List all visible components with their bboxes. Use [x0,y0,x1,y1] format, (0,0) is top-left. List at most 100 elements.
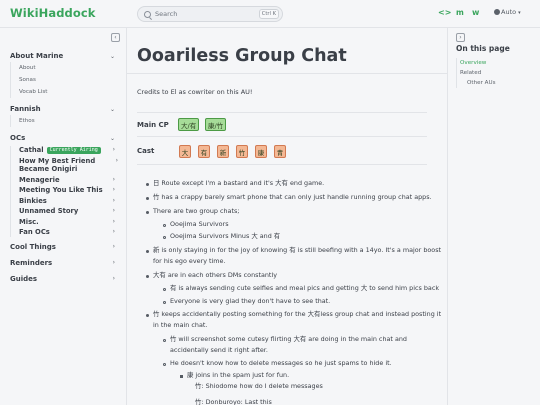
list-item: 有 is always sending cute selfies and mea… [163,283,440,295]
sidebar-item-ethos[interactable]: Ethos [11,115,126,127]
chevron-right-icon: › [112,146,115,153]
cast-chip[interactable]: 康 [255,145,267,158]
mastodon-icon[interactable]: m [456,8,464,17]
list-item: 大有 are in each others DMs constantly [146,270,277,282]
list-item: He doesn't know how to delete messages s… [163,358,392,370]
sidebar-group-label: Cool Things [10,242,56,251]
search-placeholder: Search [155,10,178,18]
table-of-contents: › On this page Overview Related Other AU… [447,28,540,405]
sidebar-item-label: Fan OCs [19,228,50,236]
list-item: Everyone is very glad they don't have to… [163,296,330,308]
list-item-text: 有 is always sending cute selfies and mea… [170,284,440,292]
ocs-items: Cathal Currently Airing › How My Best Frie… [10,146,126,237]
search-shortcut: Ctrl K [258,9,279,19]
list-item-text: Ooejima Survivors Minus 大 and 有 [170,232,281,240]
collapse-toc-button[interactable]: › [456,33,465,42]
sidebar-item-meeting-you[interactable]: Meeting You Like This › [11,186,126,195]
toc-item-related[interactable]: Related [460,70,481,76]
list-item-text: 竹 keeps accidentally posting something f… [153,310,442,318]
sidebar-group-reminders[interactable]: Reminders › [10,257,126,269]
sidebar-item-how-my-best-friend[interactable]: How My Best Friend Became Onigiri › [11,157,118,174]
status-badge: Currently Airing [46,147,101,154]
bullet-icon [163,339,166,342]
sidebar-group-ocs[interactable]: OCs ⌄ [10,132,126,144]
bullet-icon [146,197,149,200]
cast-chip[interactable]: 青 [274,145,286,158]
sidebar-item-label: Menagerie [19,175,60,184]
main-cp-label: Main CP [137,121,169,129]
sidebar-item-about[interactable]: About [11,62,126,74]
sidebar-item-cathal[interactable]: Cathal Currently Airing › [11,146,126,155]
sidebar-group-label: Fannish [10,105,41,113]
cast-chip[interactable]: 新 [217,145,229,158]
sidebar-item-label: Cathal [19,146,44,154]
bullet-icon [163,288,166,291]
code-icon[interactable]: <> [438,8,451,17]
cast-chip[interactable]: 竹 [236,145,248,158]
sidebar-item-binkies[interactable]: Binkies › [11,197,126,206]
bluesky-icon[interactable]: w [472,8,479,17]
infobox-divider [137,136,427,137]
site-logo[interactable]: WikiHaddock [10,6,96,20]
chevron-right-icon: › [112,259,115,266]
credits-text: Credits to El as cowriter on this AU! [137,88,253,96]
list-item-text: 竹 has a crappy barely smart phone that c… [153,193,432,201]
toc-item-other-aus[interactable]: Other AUs [467,80,496,86]
chevron-right-icon: › [112,228,115,235]
infobox-divider [137,164,427,165]
collapse-sidebar-button[interactable]: ‹ [111,33,120,42]
bullet-icon [163,363,166,366]
list-item: There are two group chats; [146,206,239,218]
sidebar-item-label: Unnamed Story [19,207,79,215]
sidebar-group-fannish[interactable]: Fannish ⌄ [10,103,126,115]
cast-chip[interactable]: 大 [179,145,191,158]
list-item: 竹 has a crappy barely smart phone that c… [146,192,432,204]
chevron-right-icon: › [112,275,115,282]
bullet-icon [180,375,183,378]
chevron-right-icon: › [112,186,115,193]
main-cp-chip[interactable]: 大/有 [178,118,200,131]
sidebar-item-vocab-list[interactable]: Vocab List [11,86,126,98]
sidebar-item-unnamed-story[interactable]: Unnamed Story › [11,207,126,216]
bullet-icon [163,236,166,239]
sidebar-group-about-marine[interactable]: About Marine ⌄ [10,50,126,62]
cast-label: Cast [137,147,155,155]
chevron-down-icon: ⌄ [109,52,115,60]
list-item: 新 is only staying in for the joy of know… [146,245,442,257]
chevron-right-icon: › [112,175,115,183]
chevron-down-icon: ⌄ [109,105,115,113]
fannish-items: Ethos [10,115,126,127]
sidebar-group-label: Reminders [10,258,53,267]
list-item: 日 Route except I'm a bastard and it's 大有… [146,178,324,190]
list-item-text: 大有 are in each others DMs constantly [153,271,277,279]
title-divider [127,73,447,74]
sidebar-item-label: Binkies [19,196,47,205]
sidebar-group-label: Guides [10,274,38,283]
chevron-right-icon: › [112,217,115,225]
bullet-icon [146,275,149,278]
bullet-icon [163,224,166,227]
cast-chip[interactable]: 有 [198,145,210,158]
list-item: 竹 keeps accidentally posting something f… [146,309,442,321]
chevron-right-icon: › [115,156,118,164]
toc-item-overview[interactable]: Overview [460,60,486,66]
sidebar-item-sonas[interactable]: Sonas [11,74,126,86]
search-input[interactable]: Search Ctrl K [137,6,283,22]
sidebar-item-misc[interactable]: Misc. › [11,218,126,227]
chevron-right-icon: › [112,243,115,250]
sidebar-group-label: About Marine [10,52,64,60]
top-bar: WikiHaddock Search Ctrl K <> m w Auto ▾ [0,0,540,28]
sidebar-group-cool-things[interactable]: Cool Things › [10,241,126,253]
theme-toggle[interactable]: Auto ▾ [494,8,521,16]
list-item-continued: for his ego every time. [153,257,226,265]
sidebar-group-label: OCs [10,134,26,142]
theme-icon [494,9,500,15]
chat-line: 竹: Shiodome how do I delete messages [195,382,323,390]
sidebar-item-fan-ocs[interactable]: Fan OCs › [11,228,126,237]
list-item-text: 新 is only staying in for the joy of know… [153,246,442,254]
sidebar-item-menagerie[interactable]: Menagerie › [11,176,126,185]
sidebar-group-guides[interactable]: Guides › [10,273,126,285]
chevron-down-icon: ⌄ [109,134,115,142]
list-item-continued: accidentally send it right after. [170,346,268,354]
main-cp-chip[interactable]: 康/竹 [205,118,227,131]
